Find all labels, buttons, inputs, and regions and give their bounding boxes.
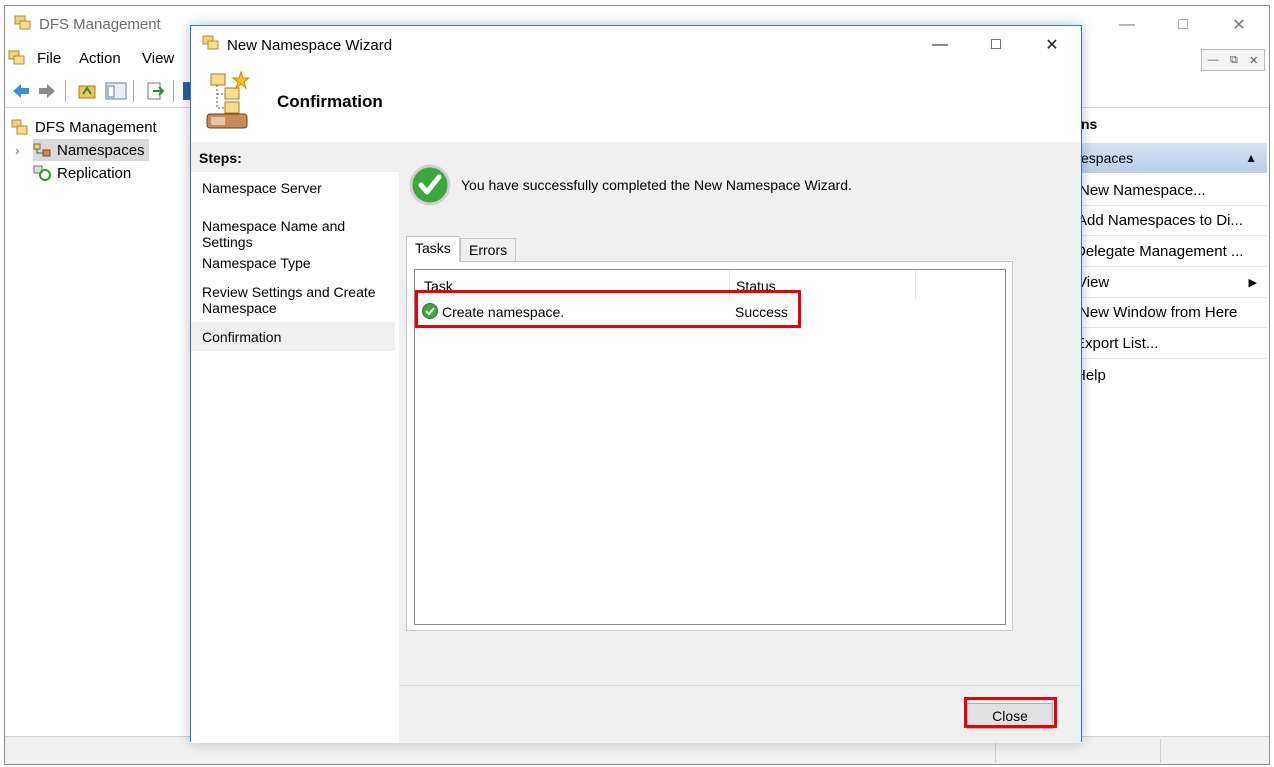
menu-action[interactable]: Action [79,50,121,67]
action-label: Add Namespaces to Di... [1081,212,1243,229]
success-message: You have successfully completed the New … [461,177,852,193]
tab-tasks[interactable]: Tasks [406,236,460,262]
menu-file[interactable]: File [37,50,61,67]
show-hide-tree-icon[interactable] [105,82,127,100]
tree-label: Replication [57,164,132,182]
column-header-status[interactable]: Status [727,270,915,294]
actions-pane: ns espaces ▲ New Namespace... Add Namesp… [1081,110,1269,735]
action-view[interactable]: View ▶ [1081,268,1267,298]
namespaces-icon [33,142,51,158]
replication-icon [33,165,51,181]
dfs-app-icon [13,14,33,35]
action-export-list[interactable]: Export List... [1081,329,1267,359]
status-divider [1160,739,1161,763]
console-tree: DFS Management › Namespaces Replication [5,110,193,735]
wizard-footer: Close [399,685,1081,743]
main-window-title: DFS Management [39,16,161,33]
wizard-titlebar: New Namespace Wizard — □ ✕ [191,26,1081,64]
mdi-window-controls: — ⧉ ✕ [1201,49,1265,71]
mdi-close-icon[interactable]: ✕ [1249,54,1258,67]
close-icon[interactable]: ✕ [1211,6,1267,44]
action-label: Export List... [1081,335,1159,352]
collapse-arrow-icon[interactable]: ▲ [1245,151,1257,165]
wizard-app-icon [201,34,221,55]
tasks-tab-panel: Task Status Create namespace. Success [406,261,1013,631]
task-success-icon [422,303,438,322]
actions-section-namespaces[interactable]: espaces ▲ [1081,143,1267,173]
action-label: New Window from Here [1081,304,1238,321]
task-name: Create namespace. [442,304,565,320]
toolbar-separator [173,80,174,102]
wizard-minimize-icon[interactable]: — [912,26,968,64]
menu-view[interactable]: View [142,50,174,67]
toolbar-separator [133,80,134,102]
submenu-arrow-icon: ▶ [1248,277,1257,289]
action-add-namespaces[interactable]: Add Namespaces to Di... [1081,206,1267,236]
step-confirmation: Confirmation [191,322,395,351]
wizard-close-icon[interactable]: ✕ [1024,26,1080,64]
close-button[interactable]: Close [967,703,1053,729]
step-review-settings: Review Settings and Create Namespace [202,284,376,316]
maximize-icon[interactable]: □ [1155,6,1211,44]
namespace-wizard-icon [205,70,255,135]
wizard-header: Confirmation [191,64,1081,142]
tree-label: DFS Management [35,118,157,136]
tree-item-namespaces[interactable]: Namespaces [33,139,149,161]
step-namespace-type: Namespace Type [202,255,311,271]
mdi-minimize-icon[interactable]: — [1208,54,1219,66]
action-help[interactable]: Help [1081,360,1267,390]
column-header-task[interactable]: Task [415,270,730,294]
action-new-namespace[interactable]: New Namespace... [1081,176,1267,206]
steps-heading: Steps: [191,142,399,172]
task-list[interactable]: Task Status Create namespace. Success [414,269,1006,625]
toolbar-separator [65,80,66,102]
chevron-right-icon[interactable]: › [15,142,20,158]
task-status: Success [735,304,788,320]
export-list-icon[interactable] [145,82,165,100]
wizard-steps-panel: Steps: Namespace Server Namespace Name a… [191,142,399,743]
dfs-root-icon [11,119,29,135]
action-label: Help [1081,366,1106,384]
forward-arrow-icon[interactable] [37,82,57,100]
step-namespace-server: Namespace Server [202,180,322,196]
wizard-content: You have successfully completed the New … [399,142,1081,685]
action-new-window[interactable]: New Window from Here [1081,298,1267,328]
new-namespace-wizard: New Namespace Wizard — □ ✕ Confirmation … [190,25,1082,743]
up-folder-icon[interactable] [77,82,97,100]
actions-section-label: espaces [1081,150,1134,166]
mdi-restore-icon[interactable]: ⧉ [1230,54,1238,67]
action-label: Delegate Management ... [1081,243,1244,260]
minimize-icon[interactable]: — [1099,6,1155,44]
back-arrow-icon[interactable] [11,82,31,100]
action-label: View [1081,274,1110,291]
page-title: Confirmation [277,92,383,111]
wizard-title: New Namespace Wizard [227,37,393,54]
wizard-maximize-icon[interactable]: □ [968,26,1024,64]
actions-header: ns [1081,116,1098,132]
system-menu-icon[interactable] [7,49,27,70]
tab-errors[interactable]: Errors [460,238,517,262]
action-label: New Namespace... [1081,182,1206,199]
step-namespace-name: Namespace Name and Settings [202,218,346,250]
table-row[interactable]: Create namespace. Success [415,298,1005,322]
tree-label: Namespaces [57,141,145,159]
tree-item-replication[interactable]: Replication [33,162,131,184]
action-delegate-management[interactable]: Delegate Management ... [1081,237,1267,267]
success-check-icon [409,164,451,209]
column-divider [915,270,916,300]
tree-item-dfs-management[interactable]: DFS Management [11,116,157,138]
